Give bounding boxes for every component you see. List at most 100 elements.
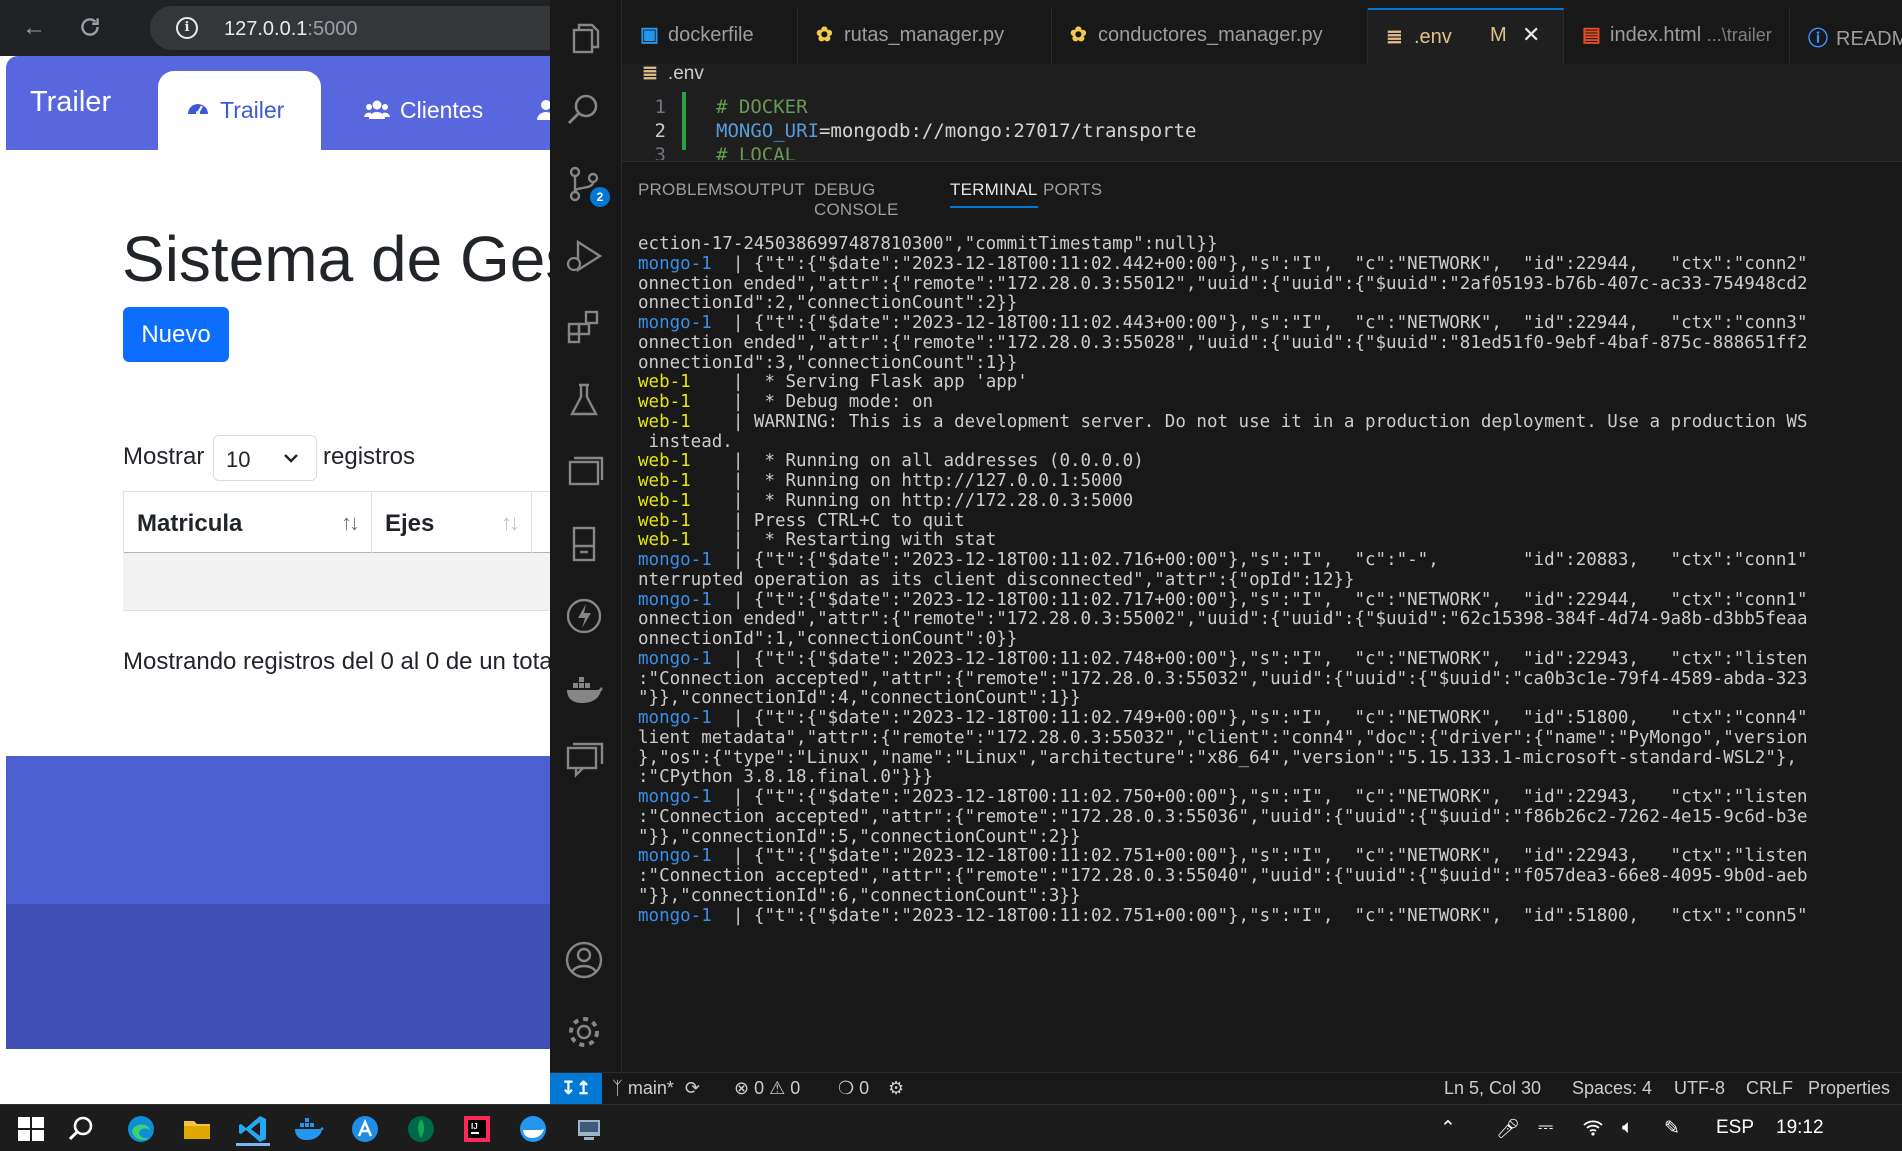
run-debug-icon[interactable] [564,236,608,280]
testing-icon[interactable] [564,380,608,424]
tab-problems[interactable]: PROBLEMS [638,180,734,200]
terminal-line: web-1 | WARNING: This is a development s… [638,410,1808,434]
tab-terminal[interactable]: TERMINAL [950,180,1038,208]
pen-icon[interactable]: ✎ [1664,1117,1680,1140]
docker-icon[interactable] [516,1112,550,1146]
input-language[interactable]: ESP [1716,1117,1754,1139]
database-icon[interactable] [564,524,608,568]
column-header-matricula[interactable]: Matricula ↑↓ [123,492,371,554]
sort-icon: ↑↓ [341,510,360,535]
remote-explorer-icon[interactable] [564,452,608,496]
search-icon[interactable] [564,90,608,134]
scm-badge: 2 [590,187,610,207]
line-number: 2 [654,120,666,142]
footer-band [6,756,550,904]
indentation[interactable]: Spaces: 4 [1572,1078,1652,1099]
browser-toolbar: ← i 127.0.0.1:5000 [0,0,550,56]
windows-taskbar: IJ ⌃ 🎤︎ ⎓ 🔈︎ ✎ ESP 19:12 [0,1104,1902,1151]
tab-rutas-manager[interactable]: ✿ rutas_manager.py [798,8,1052,64]
explorer-icon[interactable] [564,20,608,64]
page-length-value: 10 [226,447,251,472]
chevron-up-icon[interactable]: ⌃ [1440,1117,1456,1140]
python-icon: ✿ [816,24,833,46]
env-icon: ≣ [642,63,658,84]
site-navbar: Trailer Trailer Clientes [6,56,550,151]
site-brand[interactable]: Trailer [30,86,111,119]
code-line: # LOCAL [716,144,797,160]
table-row-empty [123,553,550,611]
docker-desktop-icon[interactable] [292,1112,326,1146]
reload-icon[interactable] [76,14,104,42]
problems-status[interactable]: ⊗ 0 ⚠ 0 [734,1078,800,1099]
tab-partial[interactable] [536,71,550,151]
windows-start-icon[interactable] [14,1112,48,1146]
new-button[interactable]: Nuevo [123,307,229,362]
docker-icon: ▣ [640,24,659,46]
mongodb-compass-icon[interactable] [404,1112,438,1146]
tab-ports[interactable]: PORTS [1043,180,1102,200]
tab-env[interactable]: ≣ .env M ✕ [1368,8,1564,64]
column-header-partial[interactable] [531,492,550,554]
git-branch-icon: ᛉ [612,1078,623,1098]
branch-status[interactable]: ᛉ main* ⟳ [612,1078,700,1099]
git-gutter-added [682,92,686,150]
table-header: Matricula ↑↓ Ejes ↑↓ [123,491,550,554]
microphone-icon[interactable]: 🎤︎ [1496,1117,1520,1141]
site-info-icon[interactable]: i [176,17,198,39]
table-info: Mostrando registros del 0 al 0 de un tot… [123,648,550,675]
warning-icon: ⚠ [769,1078,786,1098]
wifi-icon[interactable] [1582,1117,1604,1143]
records-label: registros [323,443,416,470]
page-title: Sistema de Gest [122,223,550,295]
html-icon: ▤ [1582,24,1601,46]
terminal-output[interactable]: ection-17-2450386997487810300","commitTi… [622,232,1902,1072]
tab-output[interactable]: OUTPUT [734,180,805,200]
encoding[interactable]: UTF-8 [1674,1078,1725,1099]
code-line: MONGO_URI=mongodb://mongo:27017/transpor… [716,120,1197,142]
line-number: 3 [654,144,666,160]
tab-debug-console[interactable]: DEBUG CONSOLE [814,180,899,220]
breadcrumb[interactable]: ≣ .env [642,62,704,85]
python-icon: ✿ [1070,24,1087,46]
edge-icon[interactable] [124,1112,158,1146]
thunder-client-icon[interactable] [564,596,608,640]
app-icon[interactable] [348,1112,382,1146]
status-bar: ↧↥ ᛉ main* ⟳ ⊗ 0 ⚠ 0 ❍ 0 ⚙ Ln 5, Col 30 … [550,1072,1902,1104]
remote-indicator-icon[interactable]: ↧↥ [550,1073,602,1104]
comments-icon[interactable] [564,740,608,784]
code-editor[interactable]: 1 # DOCKER 2 MONGO_URI=mongodb://mongo:2… [622,90,1902,160]
account-icon[interactable] [564,940,608,984]
show-label: Mostrar [123,443,205,470]
column-header-ejes[interactable]: Ejes ↑↓ [371,492,531,554]
cursor-position[interactable]: Ln 5, Col 30 [1444,1078,1541,1099]
debug-icon[interactable]: ⚙ [888,1078,904,1099]
ports-status[interactable]: ❍ 0 [838,1078,869,1099]
dashboard-icon [188,104,208,115]
extensions-icon[interactable] [564,306,608,350]
env-icon: ≣ [1386,26,1403,48]
url-text: 127.0.0.1:5000 [224,18,358,40]
code-line: # DOCKER [716,96,808,118]
clock[interactable]: 19:12 [1776,1117,1824,1139]
app-window-icon[interactable] [572,1112,606,1146]
back-icon[interactable]: ← [20,14,48,42]
tab-conductores-manager[interactable]: ✿ conductores_manager.py [1052,8,1368,64]
docker-icon[interactable] [564,668,608,712]
file-explorer-icon[interactable] [180,1112,214,1146]
page-length-select[interactable]: 10 [213,435,317,481]
end-of-line[interactable]: CRLF [1746,1078,1793,1099]
tab-trailer[interactable]: Trailer [158,71,321,151]
search-icon[interactable] [64,1112,98,1146]
volume-icon[interactable]: 🔈︎ [1622,1117,1633,1139]
tab-clientes[interactable]: Clientes [336,71,526,151]
tab-readme[interactable]: ⓘ READM [1790,8,1902,64]
address-bar[interactable]: i 127.0.0.1:5000 [150,6,550,50]
tab-dockerfile[interactable]: ▣ dockerfile [622,8,798,64]
network-adapter-icon[interactable]: ⎓ [1538,1117,1553,1139]
tab-index-html[interactable]: ▤ index.html ...\trailer [1564,8,1790,64]
settings-gear-icon[interactable] [564,1012,608,1056]
intellij-icon[interactable]: IJ [460,1112,494,1146]
close-icon[interactable]: ✕ [1522,22,1540,48]
vscode-icon[interactable] [236,1112,270,1146]
language-mode[interactable]: Properties [1808,1078,1890,1099]
